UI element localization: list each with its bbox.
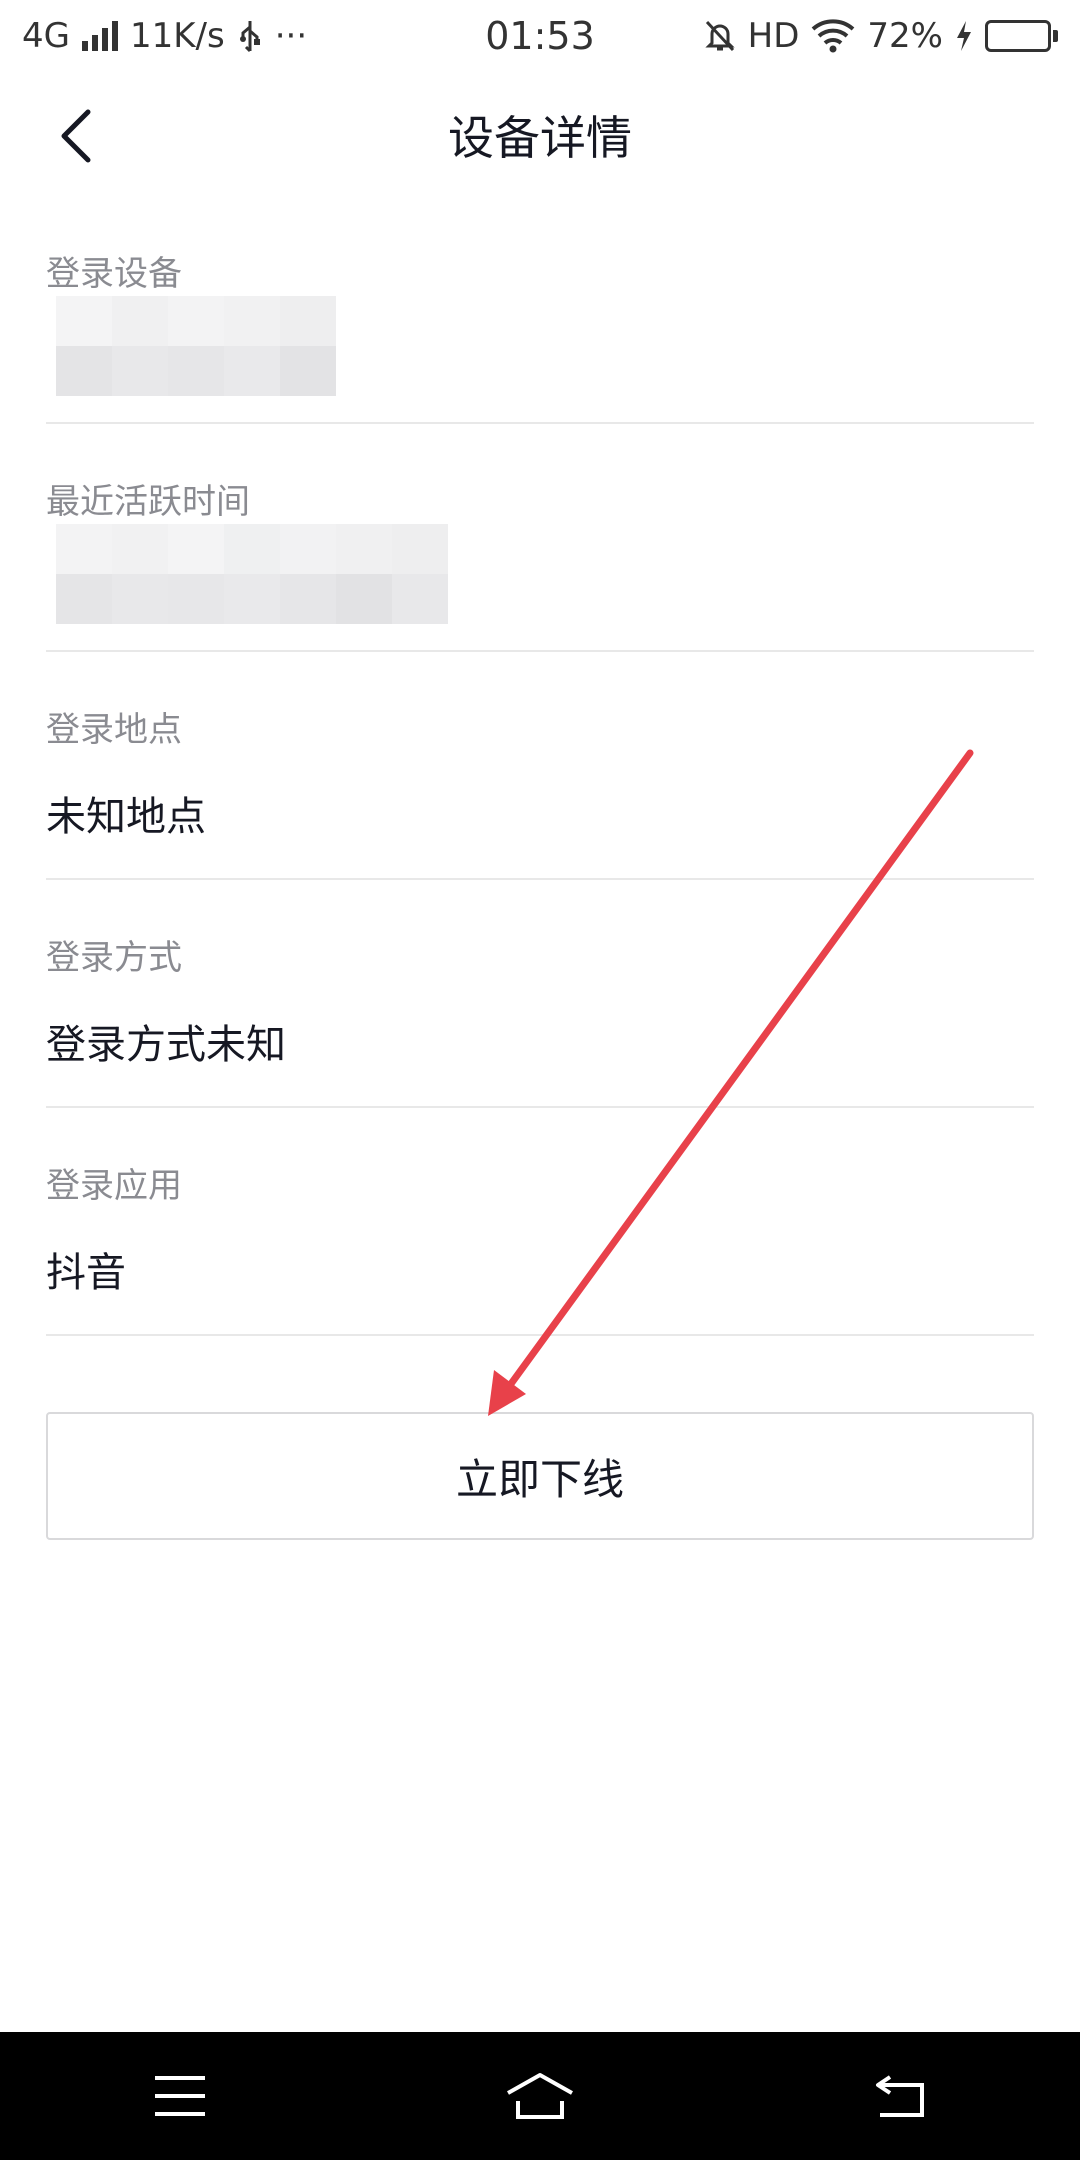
signal-icon [81, 21, 118, 51]
info-row-last-active: 最近活跃时间 [46, 424, 1034, 652]
info-row-method: 登录方式 登录方式未知 [46, 880, 1034, 1108]
battery-icon [985, 20, 1058, 52]
device-info-list: 登录设备 最近活跃时间 登录地点 未知地点 登录方式 登录方式未知 登录应用 抖… [46, 196, 1034, 1336]
status-left: 4G 11K/s ··· [22, 16, 307, 56]
redacted-active-time [56, 524, 448, 624]
home-icon [507, 2073, 573, 2119]
page-title: 设备详情 [448, 111, 632, 165]
return-icon [876, 2075, 924, 2117]
info-label: 登录设备 [46, 254, 182, 294]
info-value: 登录方式未知 [46, 1022, 286, 1068]
status-right: HD 72% [704, 16, 1058, 56]
home-button[interactable] [460, 2046, 620, 2146]
charging-icon [957, 21, 971, 51]
bell-off-icon [705, 20, 735, 52]
info-row-app: 登录应用 抖音 [46, 1108, 1034, 1336]
redacted-device-name [56, 296, 336, 396]
info-value: 抖音 [46, 1250, 126, 1296]
header: 设备详情 [0, 72, 1080, 196]
info-row-location: 登录地点 未知地点 [46, 652, 1034, 880]
more-indicator: ··· [274, 16, 308, 56]
chevron-left-icon [61, 109, 91, 163]
info-label: 登录方式 [46, 938, 182, 978]
back-button[interactable] [36, 96, 116, 176]
offline-button[interactable]: 立即下线 [46, 1412, 1034, 1540]
usb-icon [239, 21, 260, 53]
wifi-icon [812, 19, 855, 53]
info-row-device: 登录设备 [46, 196, 1034, 424]
info-label: 最近活跃时间 [46, 482, 250, 522]
device-detail-screen: 4G 11K/s ··· 01:53 HD 72% 设备详情 登录设备 最近活跃… [0, 0, 1080, 2160]
status-bar: 4G 11K/s ··· 01:53 HD 72% [0, 0, 1080, 72]
back-nav-button[interactable] [820, 2046, 980, 2146]
info-label: 登录应用 [46, 1166, 182, 1206]
battery-percent: 72% [867, 16, 943, 56]
info-label: 登录地点 [46, 710, 182, 750]
network-speed: 11K/s [129, 16, 225, 56]
menu-button[interactable] [100, 2046, 260, 2146]
hd-indicator: HD [747, 16, 800, 56]
system-nav-bar [0, 2032, 1080, 2160]
info-value: 未知地点 [46, 794, 206, 840]
network-type: 4G [22, 16, 70, 56]
menu-icon [155, 2076, 205, 2116]
